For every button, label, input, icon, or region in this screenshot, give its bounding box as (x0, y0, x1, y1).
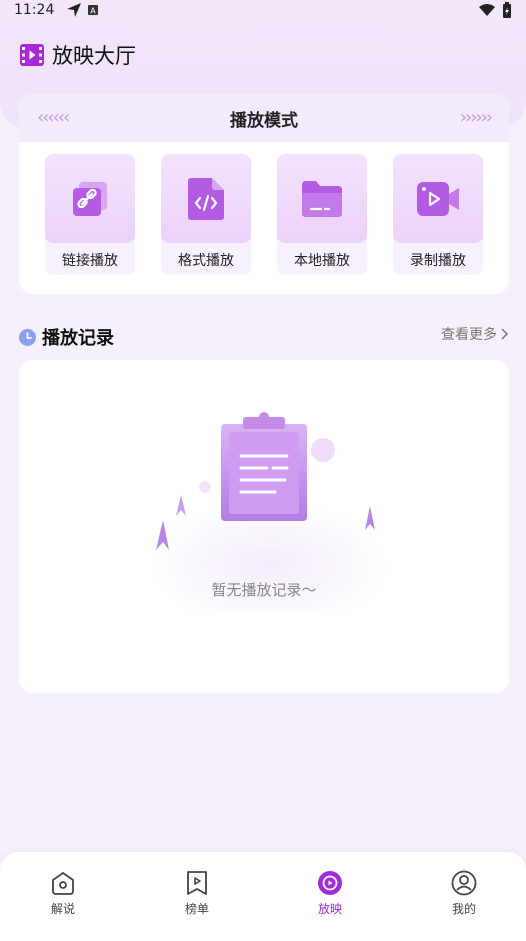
tab-commentary-label: 解说 (50, 902, 75, 916)
mode-link-play[interactable]: 链接播放 (45, 154, 135, 275)
tab-ranking[interactable]: 榜单 (157, 870, 237, 917)
tab-ranking-label: 榜单 (184, 902, 209, 916)
bookmark-play-icon (187, 871, 207, 895)
bottom-tab-bar: 解说 榜单 放映 我的 (0, 852, 526, 941)
mode-format-play[interactable]: 格式播放 (161, 154, 251, 275)
tab-mine[interactable]: 我的 (424, 870, 504, 917)
battery-icon (503, 2, 511, 18)
play-record-section-title: 播放记录 (19, 324, 114, 350)
user-icon (451, 870, 477, 896)
tab-screening-label: 放映 (317, 902, 342, 916)
keyboard-a-icon: A (88, 5, 99, 16)
mode-link-play-label: 链接播放 (62, 253, 118, 269)
location-arrow-icon (67, 3, 82, 17)
chevrons-right-icon: ›››››› (459, 107, 493, 128)
play-circle-icon (318, 871, 342, 895)
video-camera-icon (417, 181, 459, 216)
play-record-title: 播放记录 (42, 328, 114, 349)
mode-local-play-label: 本地播放 (294, 253, 350, 269)
empty-record-text: 暂无播放记录～ (211, 581, 317, 599)
mode-record-play[interactable]: 录制播放 (393, 154, 483, 275)
wifi-icon (479, 4, 495, 16)
svg-text:A: A (91, 7, 97, 16)
tab-screening[interactable]: 放映 (290, 870, 370, 917)
play-mode-header: ‹‹‹‹‹‹ 播放模式 ›››››› (19, 94, 509, 142)
mode-record-play-label: 录制播放 (410, 253, 466, 269)
status-bar: 11:24 A (0, 0, 526, 20)
clock-icon (19, 328, 36, 346)
page-title: 放映大厅 (52, 44, 136, 68)
tab-commentary[interactable]: 解说 (23, 870, 103, 917)
home-icon (52, 871, 74, 895)
link-icon (73, 181, 107, 216)
code-file-icon (188, 177, 224, 220)
chevrons-left-icon: ‹‹‹‹‹‹ (37, 107, 70, 128)
page-header: 放映大厅 (20, 40, 136, 70)
status-time: 11:24 (14, 2, 55, 18)
film-icon (20, 44, 44, 66)
play-mode-card: ‹‹‹‹‹‹ 播放模式 ›››››› 链接播放 格式播放 本地播放 录制播放 (19, 94, 509, 294)
tab-mine-label: 我的 (451, 902, 476, 916)
view-more-label: 查看更多 (441, 327, 497, 343)
mode-local-play[interactable]: 本地播放 (277, 154, 367, 275)
mode-format-play-label: 格式播放 (178, 253, 234, 269)
folder-icon (302, 180, 342, 217)
chevron-right-icon (501, 328, 509, 340)
view-more-link[interactable]: 查看更多 (441, 324, 509, 344)
play-record-card: 暂无播放记录～ (19, 360, 509, 693)
play-mode-title: 播放模式 (230, 110, 298, 131)
